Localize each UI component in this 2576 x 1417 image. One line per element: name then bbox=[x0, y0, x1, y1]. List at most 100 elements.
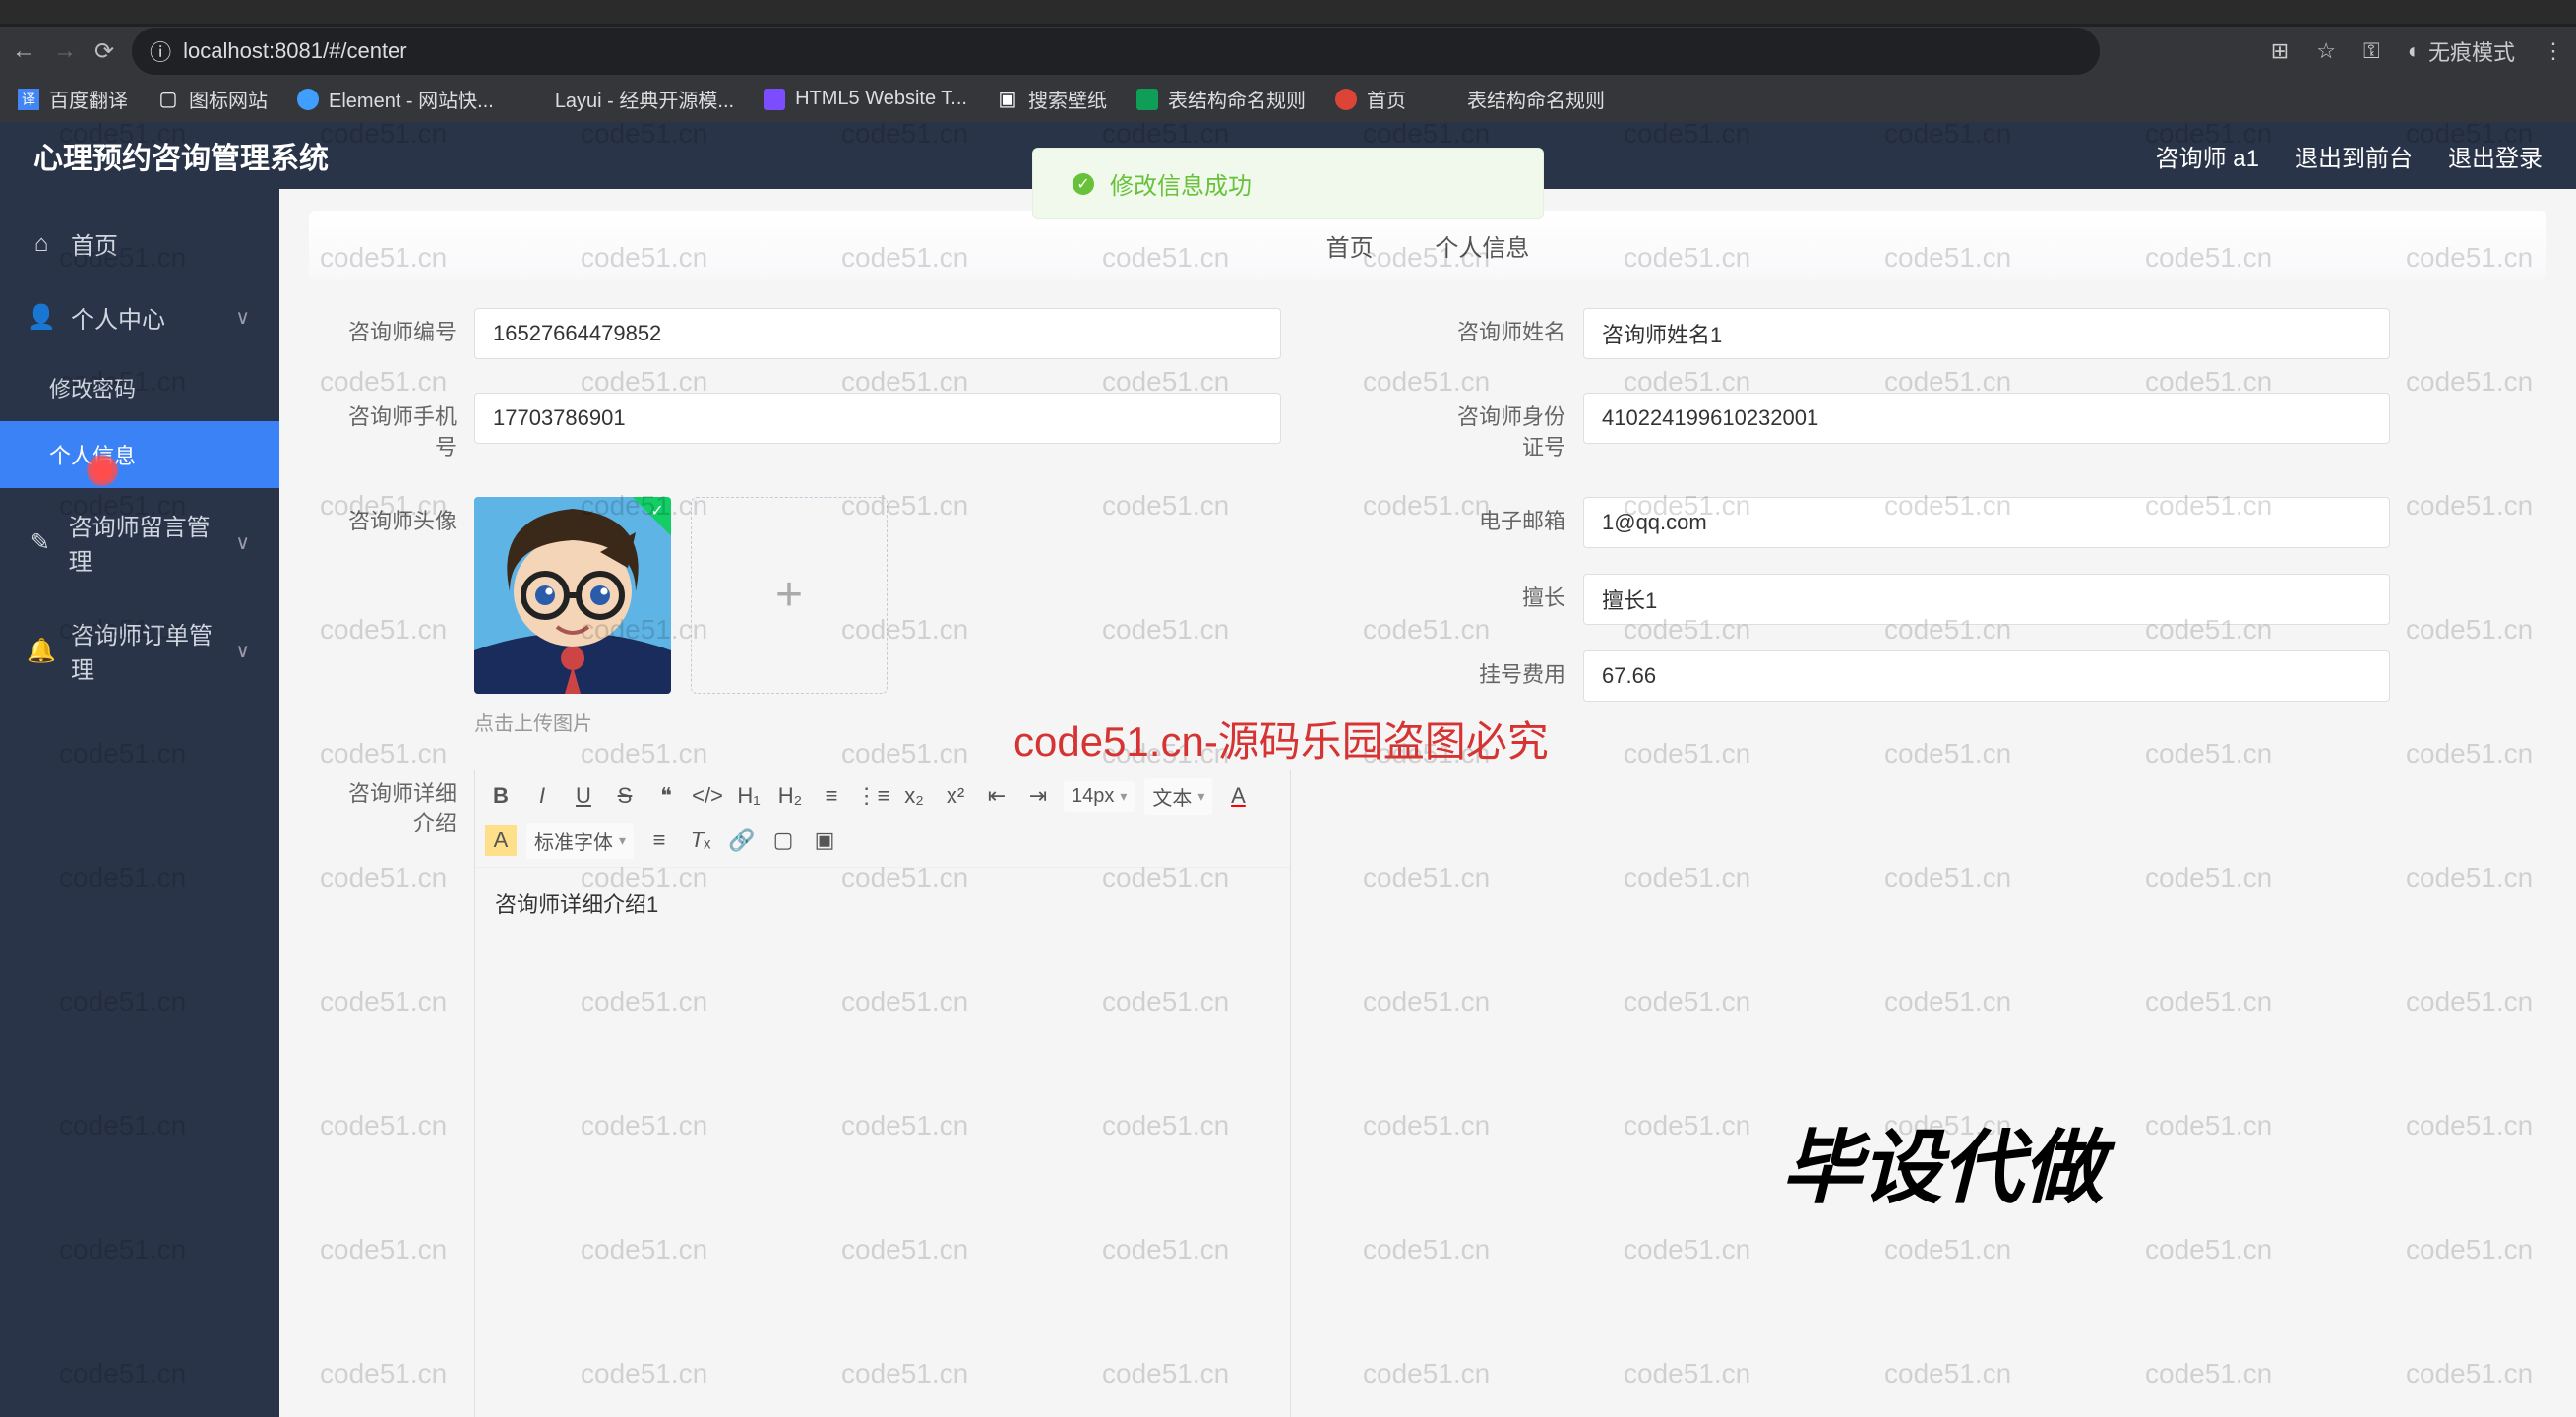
consultant-id-label: 咨询师编号 bbox=[348, 308, 457, 348]
fee-input[interactable] bbox=[1583, 650, 2390, 702]
incognito-icon: ◐ bbox=[2408, 38, 2421, 64]
sidebar-item-home[interactable]: ⌂ 首页 bbox=[0, 207, 279, 280]
logout-button[interactable]: 退出登录 bbox=[2448, 139, 2543, 173]
rich-text-editor: B I U S ❝ </> H₁ H₂ ≡ ⋮≡ x₂ x² ⇤ bbox=[474, 770, 1291, 1417]
strike-button[interactable]: S bbox=[609, 780, 641, 812]
bookmark-item[interactable]: 表结构命名规则 bbox=[1436, 85, 1605, 113]
subscript-button[interactable]: x₂ bbox=[898, 780, 930, 812]
sidebar-sub-label: 修改密码 bbox=[49, 377, 136, 401]
chevron-down-icon: ∨ bbox=[235, 639, 250, 663]
clear-format-button[interactable]: Tₓ bbox=[685, 825, 716, 856]
bookmark-icon bbox=[523, 89, 545, 110]
reload-button[interactable]: ⟳ bbox=[94, 37, 114, 66]
consultant-id-input[interactable] bbox=[474, 308, 1281, 359]
bookmark-item[interactable]: ▢图标网站 bbox=[157, 85, 268, 113]
link-button[interactable]: 🔗 bbox=[726, 825, 758, 856]
upload-box[interactable]: + bbox=[691, 497, 888, 694]
code-button[interactable]: </> bbox=[692, 780, 723, 812]
bookmark-icon: 译 bbox=[18, 89, 39, 110]
ol-button[interactable]: ≡ bbox=[816, 780, 847, 812]
bookmark-item[interactable]: 首页 bbox=[1335, 85, 1406, 113]
sidebar-sub-change-password[interactable]: 修改密码 bbox=[0, 354, 279, 421]
fee-label: 挂号费用 bbox=[1457, 650, 1565, 702]
user-icon: 👤 bbox=[30, 303, 53, 332]
bookmark-item[interactable]: 表结构命名规则 bbox=[1136, 85, 1306, 113]
phone-input[interactable] bbox=[474, 393, 1281, 444]
bookmark-item[interactable]: 译百度翻译 bbox=[18, 85, 128, 113]
indent-button[interactable]: ⇤ bbox=[981, 780, 1012, 812]
skill-label: 擅长 bbox=[1457, 574, 1565, 625]
consultant-name-input[interactable] bbox=[1583, 308, 2390, 359]
h2-button[interactable]: H₂ bbox=[774, 780, 806, 812]
success-toast: ✓ 修改信息成功 bbox=[1032, 148, 1544, 219]
bg-color-button[interactable]: A bbox=[485, 825, 517, 856]
avatar-image bbox=[474, 497, 671, 694]
sidebar-item-messages[interactable]: ✎ 咨询师留言管理 ∨ bbox=[0, 488, 279, 596]
phone-label: 咨询师手机号 bbox=[348, 393, 457, 463]
back-button[interactable]: ← bbox=[12, 37, 35, 65]
video-button[interactable]: ▣ bbox=[809, 825, 840, 856]
breadcrumb: 首页 个人信息 bbox=[309, 211, 2546, 280]
font-family-select[interactable]: 文本▾ bbox=[1144, 778, 1212, 815]
chevron-down-icon: ∨ bbox=[235, 530, 250, 555]
edit-icon: ✎ bbox=[30, 528, 51, 557]
sidebar-label: 首页 bbox=[71, 226, 118, 261]
sidebar-sub-personal-info[interactable]: 个人信息 bbox=[0, 421, 279, 488]
sidebar-label: 个人中心 bbox=[71, 300, 165, 335]
url-text: localhost:8081/#/center bbox=[183, 38, 407, 64]
superscript-button[interactable]: x² bbox=[940, 780, 971, 812]
bookmark-icon bbox=[1136, 89, 1158, 110]
bold-button[interactable]: B bbox=[485, 780, 517, 812]
bookmark-item[interactable]: HTML5 Website T... bbox=[764, 88, 967, 110]
check-icon: ✓ bbox=[1073, 173, 1094, 195]
translate-icon[interactable]: ⊞ bbox=[2271, 38, 2289, 64]
skill-input[interactable] bbox=[1583, 574, 2390, 625]
editor-content[interactable]: 咨询师详细介绍1 bbox=[475, 868, 1290, 1417]
consultant-name-label: 咨询师姓名 bbox=[1457, 308, 1565, 348]
bookmark-icon: ▢ bbox=[157, 89, 179, 110]
incognito-indicator: ◐ 无痕模式 bbox=[2408, 35, 2515, 67]
click-highlight bbox=[87, 455, 118, 486]
breadcrumb-home[interactable]: 首页 bbox=[1326, 228, 1374, 263]
key-icon[interactable]: ⚿ bbox=[2363, 38, 2380, 64]
bookmark-item[interactable]: ▣搜索壁纸 bbox=[997, 85, 1107, 113]
plus-icon: + bbox=[775, 568, 803, 622]
breadcrumb-current: 个人信息 bbox=[1435, 228, 1529, 263]
toast-text: 修改信息成功 bbox=[1110, 166, 1252, 201]
bookmark-icon bbox=[297, 89, 319, 110]
email-label: 电子邮箱 bbox=[1457, 497, 1565, 548]
sidebar-label: 咨询师订单管理 bbox=[71, 616, 217, 685]
quote-button[interactable]: ❝ bbox=[650, 780, 682, 812]
font-name-select[interactable]: 标准字体▾ bbox=[526, 823, 634, 859]
current-user[interactable]: 咨询师 a1 bbox=[2156, 139, 2259, 173]
bookmark-icon bbox=[1436, 89, 1457, 110]
bookmark-item[interactable]: Element - 网站快... bbox=[297, 85, 494, 113]
image-button[interactable]: ▢ bbox=[767, 825, 799, 856]
bookmark-item[interactable]: Layui - 经典开源模... bbox=[523, 85, 734, 113]
align-button[interactable]: ≡ bbox=[644, 825, 675, 856]
menu-icon[interactable]: ⋮ bbox=[2543, 38, 2564, 64]
url-field[interactable]: ⓘ localhost:8081/#/center bbox=[132, 28, 2100, 75]
outdent-button[interactable]: ⇥ bbox=[1022, 780, 1054, 812]
header-actions: 咨询师 a1 退出到前台 退出登录 bbox=[2156, 139, 2543, 173]
font-size-select[interactable]: 14px▾ bbox=[1064, 781, 1135, 812]
idcard-label: 咨询师身份证号 bbox=[1457, 393, 1565, 463]
ul-button[interactable]: ⋮≡ bbox=[857, 780, 889, 812]
forward-button[interactable]: → bbox=[53, 37, 77, 65]
avatar-thumbnail[interactable]: ✓ bbox=[474, 497, 671, 694]
home-icon: ⌂ bbox=[30, 230, 53, 258]
font-color-button[interactable]: A bbox=[1222, 780, 1254, 812]
sidebar-item-profile[interactable]: 👤 个人中心 ∨ bbox=[0, 280, 279, 354]
italic-button[interactable]: I bbox=[526, 780, 558, 812]
sidebar-label: 咨询师留言管理 bbox=[69, 508, 218, 577]
sidebar-item-orders[interactable]: 🔔 咨询师订单管理 ∨ bbox=[0, 596, 279, 705]
underline-button[interactable]: U bbox=[568, 780, 599, 812]
form: 咨询师编号 咨询师姓名 咨询师手机号 咨询师身份证号 bbox=[309, 308, 2546, 1417]
email-input[interactable] bbox=[1583, 497, 2390, 548]
star-icon[interactable]: ☆ bbox=[2316, 38, 2336, 64]
bell-icon: 🔔 bbox=[30, 637, 53, 665]
h1-button[interactable]: H₁ bbox=[733, 780, 765, 812]
browser-titlebar bbox=[0, 0, 2576, 24]
go-frontend-button[interactable]: 退出到前台 bbox=[2295, 139, 2413, 173]
idcard-input[interactable] bbox=[1583, 393, 2390, 444]
